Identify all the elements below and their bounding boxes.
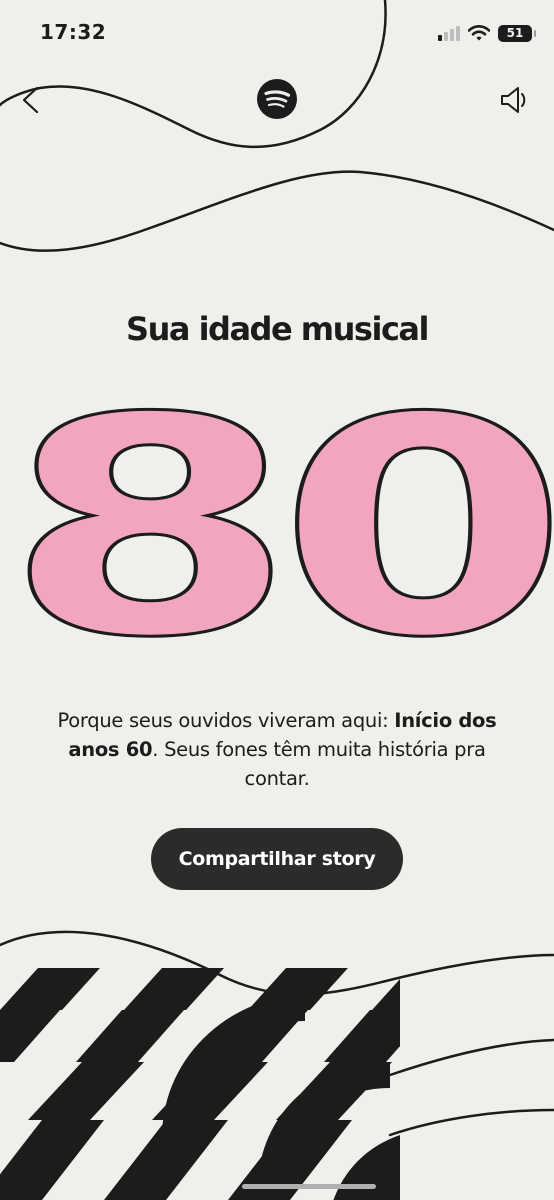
wifi-icon [468,25,490,41]
checker-cell [124,968,224,1010]
checker-cell [0,968,100,1010]
checkered-wave-decoration [0,968,400,1200]
description-part1: Porque seus ouvidos viveram aqui: [57,709,395,732]
battery-level: 51 [506,26,524,40]
chevron-left-icon [22,86,39,114]
description-text: Porque seus ouvidos viveram aqui: Início… [50,706,504,793]
checker-cell [324,1010,400,1062]
description-part2: . Seus fones têm muita história pra cont… [152,738,486,790]
checker-cell [372,979,400,1010]
status-icons: 51 [438,20,536,46]
cellular-signal-icon [438,26,460,41]
checker-cell [76,1010,184,1062]
status-bar: 17:32 51 [0,0,554,64]
spotify-logo-icon [257,79,297,119]
checker-cell [0,1120,104,1200]
musical-age-number: 80 [3,400,554,660]
status-time: 17:32 [40,20,107,44]
sound-toggle-button[interactable] [490,76,538,124]
share-story-button[interactable]: Compartilhar story [151,828,403,890]
checker-cell [0,1010,60,1062]
checker-cell [28,1062,144,1120]
age-number-text: 80 [4,400,553,660]
battery-indicator: 51 [498,24,536,42]
page-title: Sua idade musical [126,310,429,348]
speaker-icon [501,87,526,113]
back-button[interactable] [6,76,54,124]
home-indicator [242,1184,376,1189]
